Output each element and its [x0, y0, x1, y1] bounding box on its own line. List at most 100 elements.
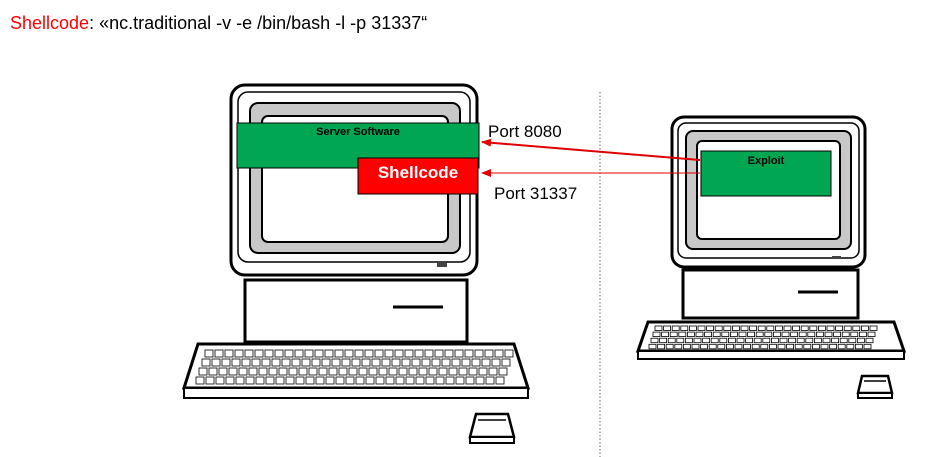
- keyboard-key: [258, 367, 268, 376]
- keyboard-key: [769, 343, 777, 350]
- keyboard-key: [314, 349, 324, 358]
- keyboard-key: [465, 376, 475, 385]
- keyboard-key: [738, 331, 747, 338]
- keyboard-key: [494, 349, 504, 358]
- keyboard-key: [650, 337, 659, 344]
- keyboard-key: [358, 367, 368, 376]
- keyboard-key: [301, 358, 311, 367]
- keyboard-key: [760, 343, 769, 350]
- keyboard-key: [766, 325, 775, 331]
- keyboard-key: [394, 349, 404, 358]
- keyboard-key: [351, 358, 361, 367]
- keyboard-key: [244, 349, 254, 358]
- keyboard-key: [458, 367, 468, 376]
- keyboard-key: [798, 331, 807, 338]
- keyboard-key: [861, 325, 869, 331]
- keyboard-key: [712, 331, 721, 338]
- keyboard-key: [215, 376, 225, 385]
- keyboard-key: [648, 343, 657, 350]
- keyboard-key: [304, 349, 314, 358]
- keyboard-key: [365, 376, 375, 385]
- keyboard-key: [863, 343, 872, 350]
- keyboard-key: [697, 325, 706, 331]
- keyboard-key: [818, 325, 826, 331]
- keyboard-key: [291, 358, 301, 367]
- keyboard-key: [721, 331, 730, 338]
- keyboard-key: [385, 376, 395, 385]
- keyboard-key: [728, 337, 736, 344]
- keyboard-key: [345, 376, 355, 385]
- keyboard-key: [344, 349, 354, 358]
- keyboard-key: [261, 358, 271, 367]
- keyboard-key: [659, 337, 667, 344]
- keyboard-key: [335, 376, 345, 385]
- keyboard-key: [328, 367, 338, 376]
- keyboard-key: [794, 343, 803, 350]
- left-mouse-icon: [468, 412, 516, 444]
- keyboard-key: [855, 343, 863, 350]
- keyboard-key: [388, 367, 398, 376]
- keyboard-key: [841, 331, 850, 338]
- keyboard-key: [745, 337, 753, 344]
- keyboard-key: [783, 325, 792, 331]
- keyboard-key: [867, 331, 876, 338]
- keyboard-key: [822, 337, 831, 344]
- keyboard-key: [717, 343, 726, 350]
- keyboard-key: [234, 349, 244, 358]
- keyboard-key: [198, 367, 208, 376]
- keyboard-key: [773, 331, 781, 338]
- keyboard-key: [241, 358, 251, 367]
- keyboard-key: [431, 358, 441, 367]
- keyboard-key: [829, 343, 837, 350]
- keyboard-key: [428, 367, 438, 376]
- keyboard-key: [404, 349, 414, 358]
- keyboard-key: [448, 367, 458, 376]
- keyboard-key: [475, 376, 485, 385]
- keyboard-key: [445, 376, 455, 385]
- keyboard-key: [790, 331, 798, 338]
- keyboard-key: [418, 367, 428, 376]
- keyboard-key: [294, 349, 304, 358]
- keyboard-key: [807, 331, 816, 338]
- port-31337-label: Port 31337: [494, 184, 578, 203]
- keyboard-key: [764, 331, 773, 338]
- keyboard-key: [361, 358, 371, 367]
- keyboard-key: [278, 367, 288, 376]
- keyboard-key: [736, 337, 745, 344]
- keyboard-key: [264, 349, 274, 358]
- keyboard-key: [691, 343, 700, 350]
- keyboard-key: [235, 376, 245, 385]
- keyboard-key: [238, 367, 248, 376]
- keyboard-key: [248, 367, 258, 376]
- keyboard-key: [753, 337, 762, 344]
- keyboard-key: [846, 343, 855, 350]
- keyboard-key: [809, 325, 818, 331]
- network-diagram: [181, 83, 907, 457]
- keyboard-key: [812, 343, 820, 350]
- keyboard-key: [411, 358, 421, 367]
- keyboard-key: [781, 331, 790, 338]
- keyboard-key: [224, 349, 234, 358]
- keyboard-key: [859, 331, 867, 338]
- keyboard-key: [251, 358, 261, 367]
- keyboard-key: [833, 331, 841, 338]
- keyboard-key: [792, 325, 800, 331]
- keyboard-key: [474, 349, 484, 358]
- keyboard-key: [714, 325, 723, 331]
- keyboard-key: [730, 331, 738, 338]
- keyboard-key: [491, 358, 501, 367]
- keyboard-key: [676, 337, 685, 344]
- keyboard-key: [661, 331, 669, 338]
- keyboard-key: [218, 367, 228, 376]
- keyboard-key: [680, 325, 689, 331]
- port-8080-label: Port 8080: [488, 122, 562, 141]
- keyboard-key: [800, 325, 809, 331]
- keyboard-key: [685, 337, 693, 344]
- keyboard-key: [657, 343, 665, 350]
- keyboard-key: [455, 376, 465, 385]
- keyboard-key: [488, 367, 498, 376]
- keyboard-key: [384, 349, 394, 358]
- keyboard-key: [284, 349, 294, 358]
- keyboard-key: [451, 358, 461, 367]
- keyboard-key: [850, 331, 859, 338]
